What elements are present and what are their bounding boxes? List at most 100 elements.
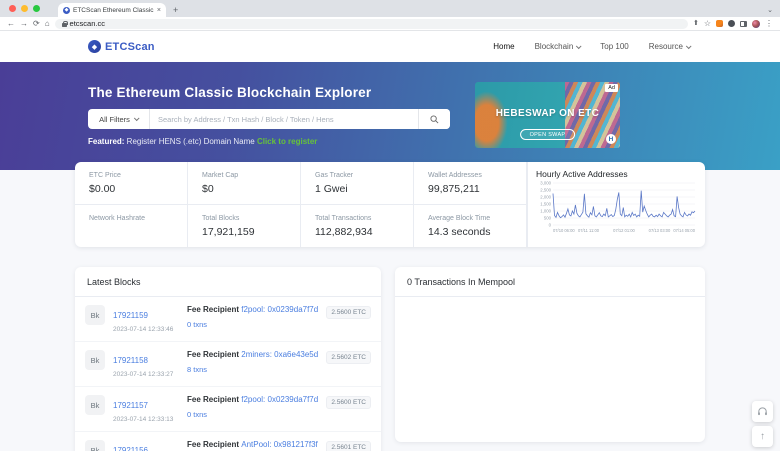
nav-label: Blockchain (535, 42, 574, 51)
blocks-list: Bk 17921159 2023-07-14 12:33:46 Fee Reci… (75, 297, 381, 451)
stat-cell: Wallet Addresses 99,875,211 (414, 162, 527, 205)
stat-value: 99,875,211 (428, 183, 520, 195)
fee-col: Fee Recipient f2pool: 0x0239da7f7d5af4c.… (187, 395, 318, 422)
block-timestamp: 2023-07-14 12:33:27 (113, 371, 179, 378)
svg-text:07/12 01:00: 07/12 01:00 (613, 228, 635, 233)
mempool-title: 0 Transactions In Mempool (395, 267, 705, 297)
block-icon: Bk (85, 440, 105, 451)
register-link[interactable]: Click to register (257, 137, 317, 146)
stat-cell: Network Hashrate (75, 205, 188, 247)
nav-item-resource[interactable]: Resource (649, 42, 690, 51)
fee-recipient-link[interactable]: f2pool: 0x0239da7f7d5af4c... (241, 305, 318, 314)
hero-section: The Ethereum Classic Blockchain Explorer… (0, 62, 780, 170)
tab-close-icon[interactable]: × (157, 7, 161, 14)
fee-recipient-link[interactable]: 2miners: 0xa6e43e5d497ce... (241, 350, 318, 359)
browser-tab-strip: ◆ ETCScan Ethereum Classic (ET × + ⌄ (0, 0, 780, 17)
stat-cell: Market Cap $0 (188, 162, 301, 205)
fee-recipient-link[interactable]: AntPool: 0x981217f3fec2cd... (241, 440, 318, 449)
stat-label: ETC Price (89, 172, 181, 179)
fee-recipient-label: Fee Recipient (187, 305, 241, 314)
scroll-to-top-button[interactable]: ↑ (752, 426, 773, 447)
txns-link[interactable]: 0 txns (187, 320, 207, 329)
site-favicon-icon: ◆ (63, 7, 70, 14)
browser-tab[interactable]: ◆ ETCScan Ethereum Classic (ET × (58, 3, 166, 17)
table-row: Bk 17921158 2023-07-14 12:33:27 Fee Reci… (75, 342, 381, 387)
search-bar: All Filters (88, 109, 450, 129)
block-number-link[interactable]: 17921159 (113, 311, 148, 320)
txns-link[interactable]: 0 txns (187, 410, 207, 419)
block-number-link[interactable]: 17921158 (113, 356, 148, 365)
window-minimize-button[interactable] (21, 5, 28, 12)
share-icon[interactable]: ⬆ (693, 20, 699, 27)
open-swap-button[interactable]: OPEN SWAP (520, 129, 576, 140)
main-nav: Home Blockchain Top 100 Resource (493, 42, 690, 51)
nav-label: Home (493, 42, 514, 51)
svg-text:07/10 06:00: 07/10 06:00 (553, 228, 575, 233)
headset-icon (757, 406, 768, 417)
window-zoom-button[interactable] (33, 5, 40, 12)
block-timestamp: 2023-07-14 12:33:46 (113, 326, 179, 333)
chevron-down-icon (134, 115, 140, 121)
stat-value (89, 226, 181, 238)
txns-link[interactable]: 8 txns (187, 365, 207, 374)
stat-value: 14.3 seconds (428, 226, 520, 238)
search-icon (430, 115, 439, 124)
tab-search-chevron-icon[interactable]: ⌄ (767, 6, 773, 14)
svg-text:2,500: 2,500 (540, 188, 551, 193)
fee-recipient-label: Fee Recipient (187, 440, 241, 449)
chart-box: Hourly Active Addresses 05001,0001,5002,… (527, 162, 705, 247)
fee-recipient-link[interactable]: f2pool: 0x0239da7f7d5af4c... (241, 395, 318, 404)
nav-label: Top 100 (600, 42, 628, 51)
stat-label: Gas Tracker (315, 172, 407, 179)
search-button[interactable] (418, 109, 450, 129)
svg-text:07/13 03:00: 07/13 03:00 (649, 228, 671, 233)
support-button[interactable] (752, 401, 773, 422)
arrow-up-icon: ↑ (760, 431, 765, 442)
extension-icon[interactable] (728, 20, 735, 27)
block-number-link[interactable]: 17921157 (113, 401, 148, 410)
stat-cell: Total Transactions 112,882,934 (301, 205, 414, 247)
side-panel-icon[interactable] (740, 21, 747, 27)
brand-logo[interactable]: ◆ ETCScan (88, 40, 155, 53)
block-col: 17921158 2023-07-14 12:33:27 (113, 350, 179, 378)
filter-label: All Filters (99, 115, 130, 124)
nav-item-top100[interactable]: Top 100 (600, 42, 628, 51)
brand-name: ETCScan (105, 41, 155, 53)
block-number-link[interactable]: 17921156 (113, 446, 148, 451)
block-icon: Bk (85, 395, 105, 415)
block-reward-badge: 2.5601 ETC (326, 441, 371, 451)
new-tab-button[interactable]: + (173, 5, 178, 15)
home-icon[interactable]: ⌂ (45, 20, 50, 28)
back-icon[interactable]: ← (7, 20, 15, 28)
ad-banner[interactable]: Ad HEBESWAP ON ETC OPEN SWAP H (475, 82, 620, 148)
ad-badge: Ad (605, 84, 618, 92)
latest-blocks-title: Latest Blocks (75, 267, 381, 297)
search-input[interactable] (150, 109, 418, 129)
forward-icon[interactable]: → (20, 20, 28, 28)
table-row: Bk 17921157 2023-07-14 12:33:13 Fee Reci… (75, 387, 381, 432)
mempool-panel: 0 Transactions In Mempool (395, 267, 705, 442)
reload-icon[interactable]: ⟳ (33, 20, 40, 28)
metamask-extension-icon[interactable] (716, 20, 723, 27)
block-col: 17921159 2023-07-14 12:33:46 (113, 305, 179, 333)
stat-value: $0 (202, 183, 294, 195)
browser-menu-icon[interactable]: ⋮ (765, 20, 773, 28)
table-row: Bk 17921159 2023-07-14 12:33:46 Fee Reci… (75, 297, 381, 342)
stat-label: Average Block Time (428, 215, 520, 222)
filter-dropdown[interactable]: All Filters (88, 109, 150, 129)
window-close-button[interactable] (9, 5, 16, 12)
bookmark-star-icon[interactable]: ☆ (704, 20, 711, 28)
chevron-down-icon (686, 43, 692, 49)
profile-avatar[interactable] (752, 20, 760, 28)
nav-item-blockchain[interactable]: Blockchain (535, 42, 581, 51)
hebeswap-logo-icon: H (606, 134, 616, 144)
block-reward-badge: 2.5600 ETC (326, 306, 371, 319)
address-bar[interactable]: etcscan.cc (55, 19, 688, 29)
stat-value: 112,882,934 (315, 226, 407, 238)
chart-title: Hourly Active Addresses (536, 169, 697, 179)
block-col: 17921157 2023-07-14 12:33:13 (113, 395, 179, 423)
stat-label: Total Blocks (202, 215, 294, 222)
nav-item-home[interactable]: Home (493, 42, 514, 51)
stats-card: ETC Price $0.00 Market Cap $0 Gas Tracke… (75, 162, 705, 247)
svg-text:1,500: 1,500 (540, 202, 551, 207)
